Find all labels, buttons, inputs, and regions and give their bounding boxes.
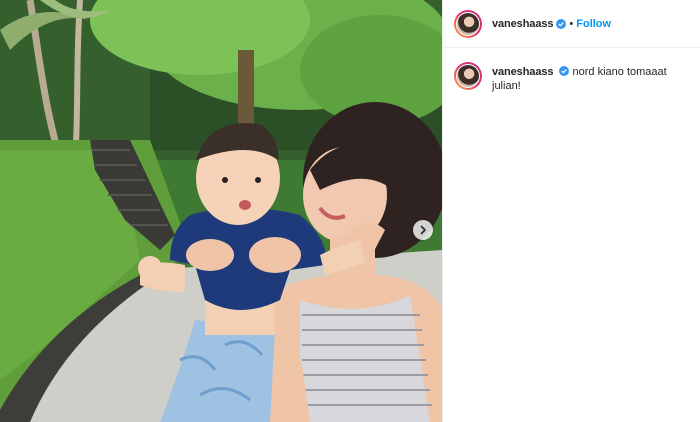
follow-button[interactable]: Follow [576, 18, 611, 30]
avatar-ring [456, 11, 480, 36]
post-header: vaneshaass • Follow [443, 0, 700, 48]
author-username[interactable]: vaneshaass [492, 18, 553, 30]
post-side-panel: vaneshaass • Follow vaneshaass nord kian… [442, 0, 700, 422]
caption-username[interactable]: vaneshaass [492, 66, 553, 78]
caption-text: vaneshaass nord kiano tomaaat julian! [492, 65, 672, 93]
caption-avatar-image [457, 65, 479, 87]
avatar-image [457, 12, 479, 35]
carousel-next-button[interactable] [413, 220, 433, 240]
avatar[interactable] [454, 9, 482, 38]
chevron-right-icon [420, 225, 426, 235]
post-photo[interactable] [0, 0, 442, 422]
caption-verified-badge-icon [559, 66, 570, 76]
instagram-post: vaneshaass • Follow vaneshaass nord kian… [0, 0, 700, 422]
caption-avatar-ring [456, 64, 480, 88]
verified-badge-icon [556, 18, 567, 29]
separator-dot: • [569, 17, 574, 30]
caption-avatar[interactable] [454, 62, 482, 90]
caption-comment: vaneshaass nord kiano tomaaat julian! [443, 48, 700, 93]
photo-illustration [0, 0, 442, 422]
